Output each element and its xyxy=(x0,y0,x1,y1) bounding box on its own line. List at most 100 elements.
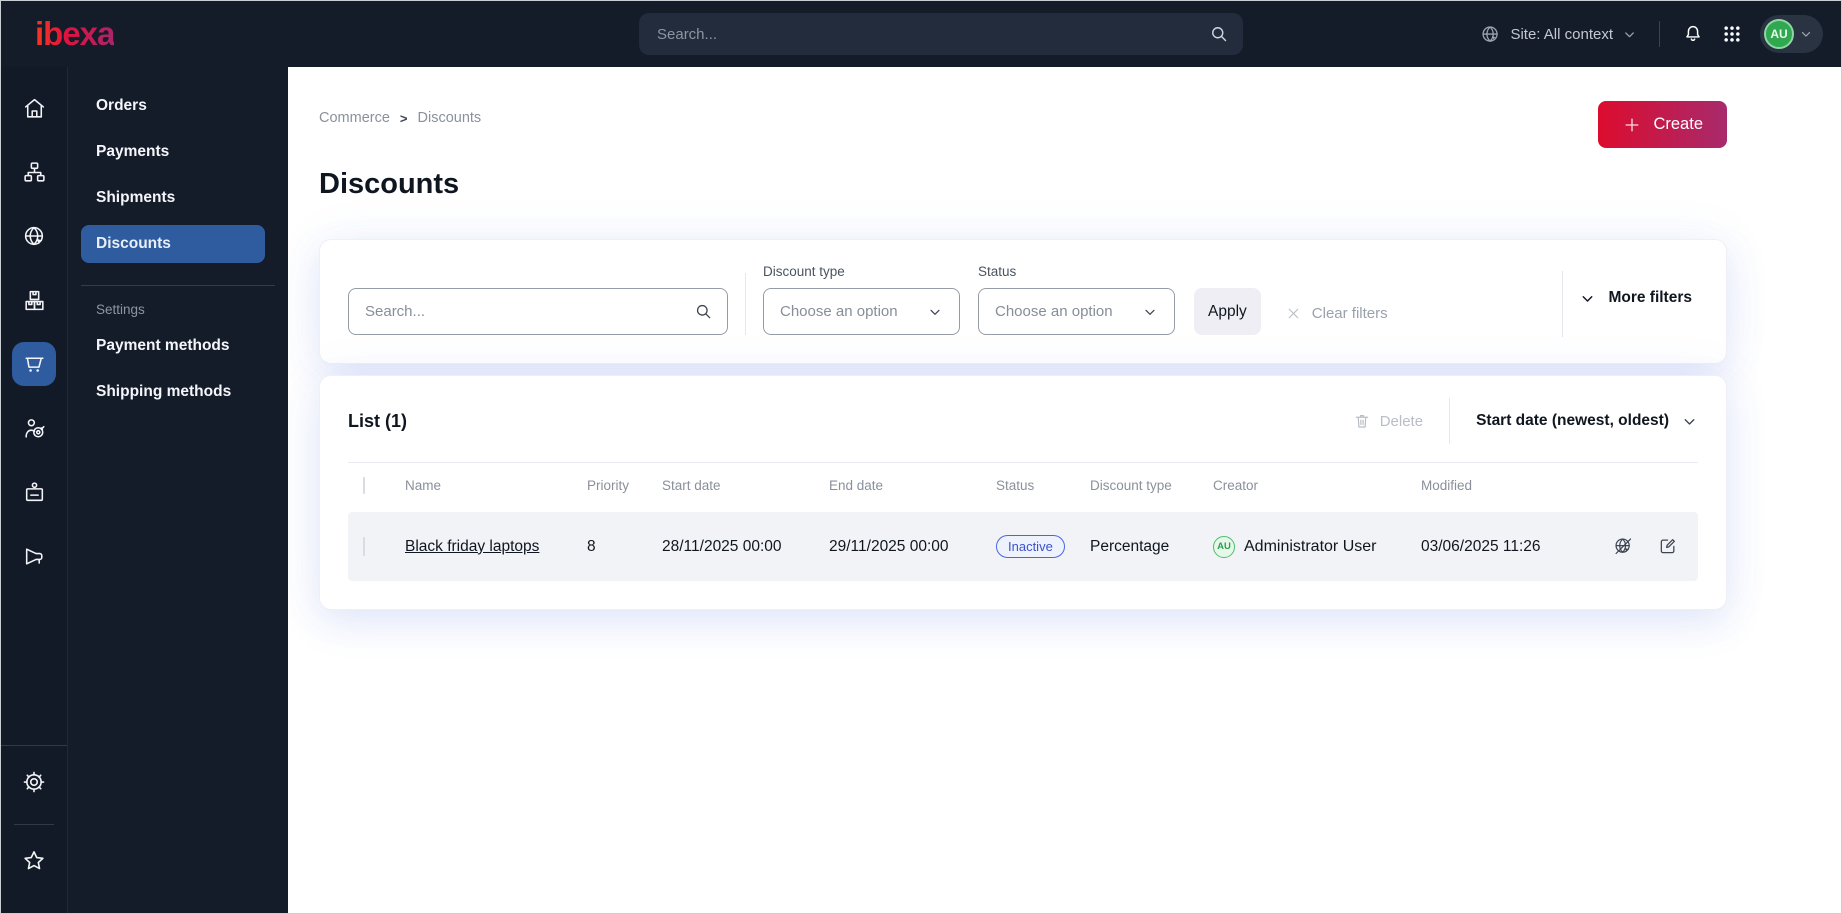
header-row: Commerce > Discounts Create xyxy=(319,101,1727,148)
star-icon xyxy=(21,848,47,874)
list-controls: Delete Start date (newest, oldest) xyxy=(1353,398,1698,444)
rail-bottom xyxy=(1,745,67,913)
site-context-selector[interactable]: Site: All context xyxy=(1480,24,1637,45)
status-select[interactable]: Choose an option xyxy=(978,288,1175,335)
bell-icon xyxy=(1682,23,1704,45)
nav-content-tree[interactable] xyxy=(12,150,56,194)
delete-button[interactable]: Delete xyxy=(1353,412,1423,430)
discount-type-field: Discount type Choose an option xyxy=(763,264,960,335)
globe-slash-icon xyxy=(1613,536,1634,557)
submenu-item-shipping-methods[interactable]: Shipping methods xyxy=(81,373,265,411)
more-filters-button[interactable]: More filters xyxy=(1573,289,1698,307)
id-badge-icon xyxy=(22,480,47,505)
topbar-right-group: Site: All context AU xyxy=(1480,15,1823,53)
cell-modified: 03/06/2025 11:26 xyxy=(1421,537,1541,555)
globe-cursor-icon xyxy=(22,224,47,249)
cell-priority: 8 xyxy=(587,537,596,555)
grid-dots-icon xyxy=(1722,24,1742,44)
status-badge: Inactive xyxy=(996,535,1065,558)
rail-divider xyxy=(14,824,54,825)
row-actions xyxy=(1591,536,1698,557)
user-menu[interactable]: AU xyxy=(1760,15,1823,53)
status-value: Choose an option xyxy=(995,303,1113,320)
notifications-button[interactable] xyxy=(1682,23,1704,45)
topbar-divider xyxy=(1659,21,1660,47)
chevron-down-icon xyxy=(1142,304,1158,320)
submenu-section-settings: Settings xyxy=(96,302,145,317)
submenu-item-orders[interactable]: Orders xyxy=(81,87,265,125)
trash-icon xyxy=(1353,412,1371,430)
global-search[interactable] xyxy=(639,13,1243,55)
nav-marketing[interactable] xyxy=(12,534,56,578)
col-creator: Creator xyxy=(1213,477,1259,493)
ibexa-logo[interactable]: ibexa xyxy=(19,15,115,53)
list-header: List (1) Delete Start date (newest, olde… xyxy=(348,398,1698,444)
col-name: Name xyxy=(405,477,442,493)
nav-dashboard[interactable] xyxy=(12,86,56,130)
table-row: Black friday laptops 8 28/11/2025 00:00 … xyxy=(348,512,1698,581)
nav-customers[interactable] xyxy=(12,406,56,450)
apply-button[interactable]: Apply xyxy=(1194,288,1261,335)
search-icon[interactable] xyxy=(1209,24,1229,44)
icon-rail xyxy=(1,67,68,913)
discount-name-link[interactable]: Black friday laptops xyxy=(405,538,539,555)
breadcrumb-discounts[interactable]: Discounts xyxy=(418,110,482,126)
app-window: ibexa Site: All context xyxy=(0,0,1842,914)
filter-search-input[interactable] xyxy=(365,303,694,320)
nav-bookmarks[interactable] xyxy=(12,839,56,883)
nav-site[interactable] xyxy=(12,214,56,258)
sitemap-icon xyxy=(22,160,47,185)
delete-button-label: Delete xyxy=(1379,412,1424,430)
edit-button[interactable] xyxy=(1658,536,1678,557)
sort-dropdown[interactable]: Start date (newest, oldest) xyxy=(1476,412,1698,430)
more-filters-divider xyxy=(1562,271,1564,337)
cart-icon xyxy=(22,352,47,377)
table-header-row: Name Priority Start date End date Status… xyxy=(348,463,1698,507)
close-icon xyxy=(1285,305,1302,322)
more-filters-wrap: More filters xyxy=(1562,271,1698,337)
discount-type-value: Choose an option xyxy=(780,303,898,320)
filter-divider xyxy=(745,273,746,335)
global-search-input[interactable] xyxy=(657,25,1209,43)
top-bar: ibexa Site: All context xyxy=(1,1,1841,67)
col-start-date: Start date xyxy=(662,477,721,493)
search-icon xyxy=(694,302,713,321)
commerce-submenu: Orders Payments Shipments Discounts Sett… xyxy=(68,67,288,913)
chevron-down-icon xyxy=(1622,27,1637,42)
submenu-divider xyxy=(81,285,275,286)
filter-search[interactable] xyxy=(348,288,728,335)
page-title: Discounts xyxy=(319,168,460,200)
main-content: Commerce > Discounts Create Discounts Se… xyxy=(288,67,1841,913)
app-switcher-button[interactable] xyxy=(1722,24,1742,44)
submenu-item-payment-methods[interactable]: Payment methods xyxy=(81,327,265,365)
chevron-down-icon xyxy=(1579,290,1596,307)
status-label: Status xyxy=(978,264,1017,279)
chevron-down-icon xyxy=(1681,413,1698,430)
submenu-item-shipments[interactable]: Shipments xyxy=(81,179,265,217)
breadcrumb-commerce[interactable]: Commerce xyxy=(319,110,390,126)
col-priority: Priority xyxy=(587,477,630,493)
discount-type-select[interactable]: Choose an option xyxy=(763,288,960,335)
boxes-icon xyxy=(22,288,47,313)
edit-icon xyxy=(1658,536,1678,557)
chevron-down-icon xyxy=(927,304,943,320)
submenu-item-payments[interactable]: Payments xyxy=(81,133,265,171)
site-context-label: Site: All context xyxy=(1510,25,1613,43)
create-button-label: Create xyxy=(1653,115,1703,133)
row-checkbox[interactable] xyxy=(363,536,365,556)
status-field: Status Choose an option xyxy=(978,264,1175,335)
create-button[interactable]: Create xyxy=(1598,101,1727,148)
select-all-checkbox[interactable] xyxy=(363,476,365,494)
nav-company[interactable] xyxy=(12,470,56,514)
user-avatar: AU xyxy=(1764,19,1794,49)
nav-product-catalog[interactable] xyxy=(12,278,56,322)
filters-card: Discount type Choose an option Status C xyxy=(319,239,1727,364)
list-title: List (1) xyxy=(348,410,408,431)
clear-filters-button[interactable]: Clear filters xyxy=(1285,305,1388,322)
nav-admin-settings[interactable] xyxy=(12,760,56,804)
nav-commerce[interactable] xyxy=(12,342,56,386)
col-discount-type: Discount type xyxy=(1090,477,1172,493)
preview-disabled-button[interactable] xyxy=(1613,536,1634,557)
submenu-item-discounts[interactable]: Discounts xyxy=(81,225,265,263)
home-icon xyxy=(22,96,47,121)
